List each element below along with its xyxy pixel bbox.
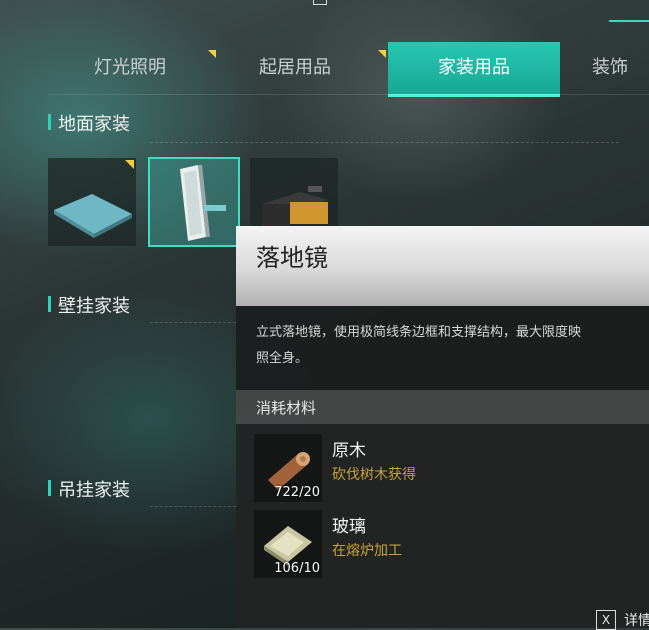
tooltip-title: 落地镜 <box>256 244 328 272</box>
tab-label: 装饰 <box>592 57 628 78</box>
new-badge-icon <box>208 50 216 58</box>
section-title-wall: 壁挂家装 <box>48 292 130 318</box>
item-tooltip: 落地镜 立式落地镜，使用极简线条边框和支撑结构，最大限度映 照全身。 消耗材料 … <box>236 226 649 628</box>
tab-label: 灯光照明 <box>94 57 166 78</box>
materials-header: 消耗材料 <box>236 390 649 424</box>
material-source: 在熔炉加工 <box>332 543 402 559</box>
top-key-icon <box>313 0 327 5</box>
material-count: 722/20 <box>274 485 320 500</box>
tab-lighting[interactable]: 灯光照明 <box>60 42 216 94</box>
item-slot-floor-mirror[interactable] <box>148 157 240 247</box>
material-row: 106/10 玻璃 在熔炉加工 <box>254 510 649 582</box>
materials-list: 722/20 原木 砍伐树木获得 106/10 玻璃 在熔炉加工 <box>236 424 649 628</box>
material-row: 722/20 原木 砍伐树木获得 <box>254 434 649 506</box>
section-divider <box>150 322 236 323</box>
tabs-divider <box>48 94 649 95</box>
tooltip-description: 立式落地镜，使用极简线条边框和支撑结构，最大限度映 照全身。 <box>256 325 582 366</box>
top-active-indicator <box>609 20 649 22</box>
materials-label: 消耗材料 <box>256 399 317 417</box>
new-badge-icon <box>125 160 134 169</box>
new-badge-icon <box>378 50 386 58</box>
material-count: 106/10 <box>274 561 320 576</box>
tab-home-furnishing[interactable]: 家装用品 <box>388 42 560 97</box>
floor-mirror-icon <box>180 165 226 241</box>
floor-mat-icon <box>54 194 132 238</box>
detail-label: 详情 <box>624 613 649 629</box>
glass-icon: 106/10 <box>254 510 322 578</box>
tooltip-header: 落地镜 <box>236 226 649 306</box>
tab-label: 起居用品 <box>259 57 331 78</box>
material-name: 原木 <box>332 441 366 461</box>
top-menu-bar <box>0 0 649 22</box>
category-tabs: 灯光照明 起居用品 家装用品 装饰 <box>0 42 649 97</box>
tab-living[interactable]: 起居用品 <box>220 42 386 94</box>
tab-label: 家装用品 <box>438 57 510 78</box>
tab-decoration[interactable]: 装饰 <box>592 42 649 94</box>
x-key-icon: X <box>596 610 616 630</box>
section-divider <box>150 142 619 143</box>
section-title-floor: 地面家装 <box>48 110 130 136</box>
material-name: 玻璃 <box>332 517 366 537</box>
item-slot-floor-mat[interactable] <box>48 158 136 246</box>
material-source: 砍伐树木获得 <box>332 467 416 483</box>
log-icon: 722/20 <box>254 434 322 502</box>
section-divider <box>150 506 236 507</box>
section-title-hanging: 吊挂家装 <box>48 476 130 502</box>
